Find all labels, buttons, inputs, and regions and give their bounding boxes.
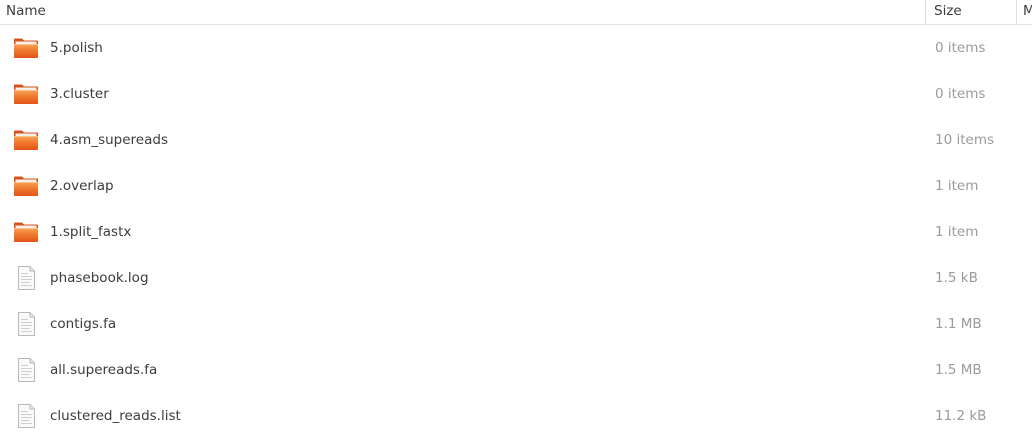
file-row[interactable]: clustered_reads.list 11.2 kB (0, 393, 1032, 438)
column-header-bar: Name Size M (0, 0, 1032, 25)
text-file-icon (13, 266, 39, 290)
text-file-icon (13, 312, 39, 336)
file-size: 11.2 kB (935, 408, 987, 424)
column-header-modified[interactable]: M (1023, 0, 1032, 24)
column-divider[interactable] (1016, 0, 1017, 24)
file-size: 1.5 MB (935, 362, 982, 378)
file-row[interactable]: 2.overlap 1 item (0, 163, 1032, 209)
file-size: 0 items (935, 40, 986, 56)
file-name: 4.asm_supereads (50, 132, 168, 148)
file-size: 10 items (935, 132, 995, 148)
file-name: clustered_reads.list (50, 408, 181, 424)
file-name: all.supereads.fa (50, 362, 158, 378)
folder-icon (13, 174, 39, 198)
file-name: 5.polish (50, 40, 103, 56)
folder-icon (13, 220, 39, 244)
column-header-size[interactable]: Size (934, 0, 1014, 24)
folder-icon (13, 82, 39, 106)
file-size: 0 items (935, 86, 986, 102)
file-name: contigs.fa (50, 316, 117, 332)
file-name: 3.cluster (50, 86, 109, 102)
file-list-view: Name Size M 5.polish 0 items 3.cluster 0 it… (0, 0, 1032, 438)
file-rows: 5.polish 0 items 3.cluster 0 items 4.asm_sup… (0, 25, 1032, 438)
column-header-name[interactable]: Name (6, 0, 916, 24)
folder-icon (13, 128, 39, 152)
file-row[interactable]: contigs.fa 1.1 MB (0, 301, 1032, 347)
file-size: 1.5 kB (935, 270, 978, 286)
file-row[interactable]: 4.asm_supereads 10 items (0, 117, 1032, 163)
file-row[interactable]: all.supereads.fa 1.5 MB (0, 347, 1032, 393)
file-size: 1.1 MB (935, 316, 982, 332)
file-size: 1 item (935, 224, 979, 240)
file-row[interactable]: phasebook.log 1.5 kB (0, 255, 1032, 301)
column-divider[interactable] (925, 0, 926, 24)
text-file-icon (13, 404, 39, 428)
file-name: phasebook.log (50, 270, 149, 286)
file-row[interactable]: 1.split_fastx 1 item (0, 209, 1032, 255)
file-name: 1.split_fastx (50, 224, 132, 240)
file-row[interactable]: 3.cluster 0 items (0, 71, 1032, 117)
file-row[interactable]: 5.polish 0 items (0, 25, 1032, 71)
text-file-icon (13, 358, 39, 382)
folder-icon (13, 36, 39, 60)
file-name: 2.overlap (50, 178, 114, 194)
file-size: 1 item (935, 178, 979, 194)
